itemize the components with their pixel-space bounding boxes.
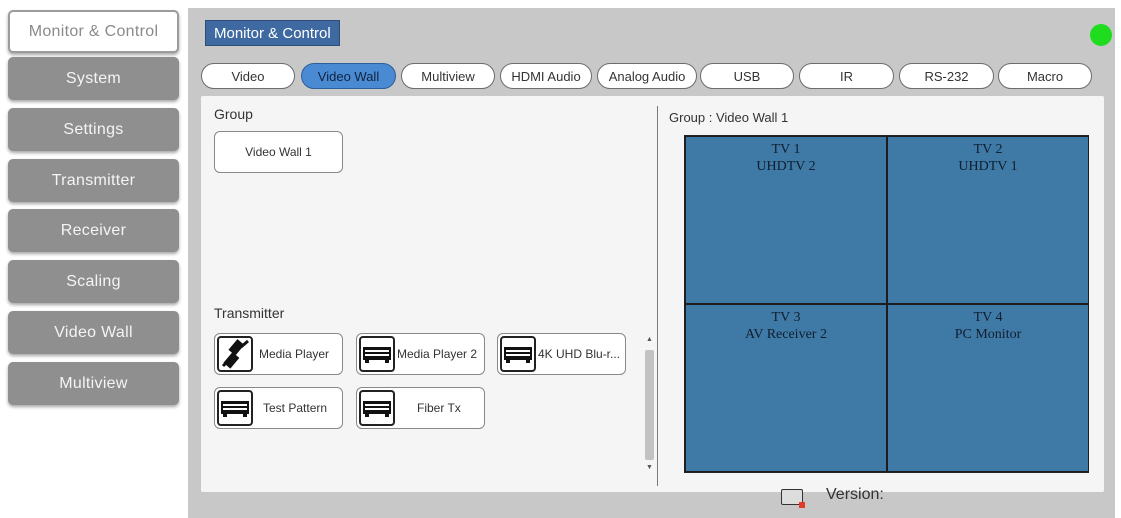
av-device-icon bbox=[359, 390, 395, 426]
tile-tv-label: TV 1 bbox=[771, 142, 801, 157]
av-device-icon bbox=[500, 336, 536, 372]
tile-tv-label: TV 4 bbox=[973, 310, 1003, 325]
sidebar-item-video-wall[interactable]: Video Wall bbox=[8, 311, 179, 354]
sidebar-item-system[interactable]: System bbox=[8, 57, 179, 100]
transmitter-media-player-2[interactable]: Media Player 2 bbox=[356, 333, 485, 375]
tile-source-label: UHDTV 2 bbox=[756, 159, 816, 174]
video-wall-tile-tv2[interactable]: TV 2 UHDTV 1 bbox=[887, 136, 1089, 304]
tile-source-label: AV Receiver 2 bbox=[745, 327, 827, 342]
sidebar-item-receiver[interactable]: Receiver bbox=[8, 209, 179, 252]
transmitter-4k-uhd-blu-ray[interactable]: 4K UHD Blu-r... bbox=[497, 333, 626, 375]
status-indicator bbox=[1090, 24, 1112, 46]
disconnected-plug-icon bbox=[217, 336, 253, 372]
tab-hdmi-audio[interactable]: HDMI Audio bbox=[500, 63, 592, 89]
transmitter-name: Test Pattern bbox=[263, 401, 328, 415]
tab-analog-audio[interactable]: Analog Audio bbox=[597, 63, 697, 89]
scroll-down-arrow-icon[interactable]: ▼ bbox=[646, 464, 653, 471]
group-video-wall-1-button[interactable]: Video Wall 1 bbox=[214, 131, 343, 173]
tile-source-label: UHDTV 1 bbox=[958, 159, 1018, 174]
version-label: Version: bbox=[826, 486, 884, 503]
panel-divider bbox=[657, 106, 658, 486]
tab-multiview[interactable]: Multiview bbox=[401, 63, 495, 89]
content-area: Group Video Wall 1 Transmitter Media Pla… bbox=[201, 96, 1104, 492]
tab-usb[interactable]: USB bbox=[700, 63, 794, 89]
transmitter-media-player[interactable]: Media Player bbox=[214, 333, 343, 375]
tile-tv-label: TV 2 bbox=[973, 142, 1003, 157]
tab-macro[interactable]: Macro bbox=[998, 63, 1092, 89]
transmitter-scrollbar[interactable]: ▲ ▼ bbox=[645, 336, 654, 476]
video-wall-tile-tv3[interactable]: TV 3 AV Receiver 2 bbox=[685, 304, 887, 472]
video-wall-title: Group : Video Wall 1 bbox=[669, 110, 789, 125]
transmitter-name: 4K UHD Blu-r... bbox=[538, 347, 621, 361]
sidebar-item-scaling[interactable]: Scaling bbox=[8, 260, 179, 303]
tab-ir[interactable]: IR bbox=[799, 63, 894, 89]
transmitter-name: Fiber Tx bbox=[417, 401, 461, 415]
scroll-thumb[interactable] bbox=[645, 350, 654, 460]
video-wall-grid: TV 1 UHDTV 2 TV 2 UHDTV 1 TV 3 AV Receiv… bbox=[684, 135, 1089, 473]
sidebar: Monitor & Control System Settings Transm… bbox=[0, 0, 185, 518]
tile-tv-label: TV 3 bbox=[771, 310, 801, 325]
video-wall-tile-tv4[interactable]: TV 4 PC Monitor bbox=[887, 304, 1089, 472]
tile-source-label: PC Monitor bbox=[954, 327, 1022, 342]
av-device-icon bbox=[217, 390, 253, 426]
tab-video-wall[interactable]: Video Wall bbox=[301, 63, 396, 89]
sidebar-item-multiview[interactable]: Multiview bbox=[8, 362, 179, 405]
sidebar-item-settings[interactable]: Settings bbox=[8, 108, 179, 151]
transmitter-test-pattern[interactable]: Test Pattern bbox=[214, 387, 343, 429]
tab-video[interactable]: Video bbox=[201, 63, 295, 89]
sidebar-item-transmitter[interactable]: Transmitter bbox=[8, 159, 179, 202]
transmitter-name: Media Player bbox=[259, 347, 330, 361]
page-title: Monitor & Control bbox=[205, 20, 340, 46]
tab-rs232[interactable]: RS-232 bbox=[899, 63, 994, 89]
video-wall-tile-tv1[interactable]: TV 1 UHDTV 2 bbox=[685, 136, 887, 304]
main-panel: Monitor & Control Video Video Wall Multi… bbox=[188, 8, 1115, 518]
scroll-up-arrow-icon[interactable]: ▲ bbox=[646, 336, 653, 343]
group-heading: Group bbox=[214, 106, 253, 122]
keyboard-icon[interactable] bbox=[781, 489, 805, 508]
transmitter-fiber-tx[interactable]: Fiber Tx bbox=[356, 387, 485, 429]
transmitter-heading: Transmitter bbox=[214, 305, 285, 321]
av-device-icon bbox=[359, 336, 395, 372]
transmitter-name: Media Player 2 bbox=[397, 347, 478, 361]
sidebar-item-monitor-control[interactable]: Monitor & Control bbox=[8, 10, 179, 53]
